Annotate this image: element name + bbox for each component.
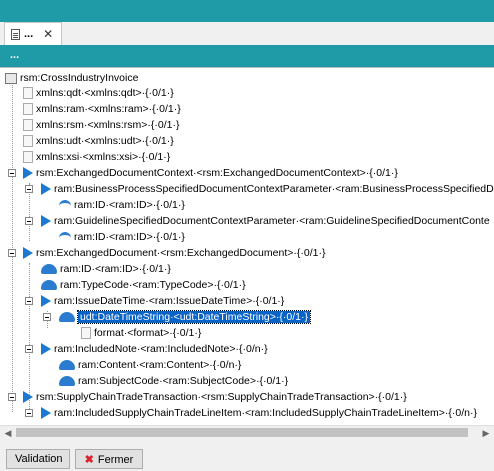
xml-tree-view[interactable]: rsm:CrossIndustryInvoice xmlns:qdt·<xmln… — [0, 67, 494, 426]
collapse-toggle[interactable] — [25, 409, 33, 417]
value-node-icon — [59, 360, 75, 371]
element-node-icon — [41, 183, 51, 196]
value-node-icon — [59, 312, 75, 323]
tree-node[interactable]: xmlns:udt·<xmlns:udt>·{·0/1·} — [23, 133, 174, 149]
tree-node[interactable]: ram:ID·<ram:ID>·{·0/1·} — [59, 229, 185, 245]
collapse-toggle[interactable] — [8, 249, 16, 257]
document-icon — [11, 28, 20, 40]
tree-node[interactable]: ram:SubjectCode·<ram:SubjectCode>·{·0/1·… — [59, 373, 288, 389]
collapse-toggle[interactable] — [43, 313, 51, 321]
attribute-icon — [23, 103, 33, 116]
tree-node[interactable]: xmlns:ram·<xmlns:ram>·{·0/1·} — [23, 101, 181, 117]
element-node-icon — [23, 391, 33, 404]
document-tab[interactable]: ... ✕ — [4, 22, 62, 45]
element-node-icon — [41, 343, 51, 356]
tree-node[interactable]: ram:IncludedNote·<ram:IncludedNote>·{·0/… — [41, 341, 268, 357]
attribute-icon — [23, 119, 33, 132]
tree-node[interactable]: rsm:ExchangedDocument·<rsm:ExchangedDocu… — [23, 245, 325, 261]
value-node-icon — [59, 376, 75, 387]
element-node-icon — [41, 407, 51, 420]
tree-node[interactable]: ram:IncludedSupplyChainTradeLineItem·<ra… — [41, 405, 477, 421]
value-node-icon — [41, 264, 57, 275]
tree-node[interactable]: format·<format>·{·0/1·} — [81, 325, 201, 341]
horizontal-scrollbar[interactable]: ◀ ▶ — [0, 425, 494, 440]
collapse-toggle[interactable] — [25, 185, 33, 193]
tree-node-root[interactable]: rsm:CrossIndustryInvoice — [5, 70, 138, 86]
tree-connector — [12, 82, 13, 412]
close-button[interactable]: ✖ Fermer — [75, 449, 143, 469]
tree-node[interactable]: ram:ID·<ram:ID>·{·0/1·} — [41, 261, 171, 277]
attribute-icon — [81, 327, 91, 340]
scroll-right-icon[interactable]: ▶ — [480, 427, 492, 439]
tree-node[interactable]: xmlns:xsi·<xmlns:xsi>·{·0/1·} — [23, 149, 170, 165]
attribute-icon — [23, 151, 33, 164]
tree-node-selected[interactable]: udt:DateTimeString·<udt:DateTimeString>·… — [59, 309, 311, 325]
scroll-left-icon[interactable]: ◀ — [2, 427, 14, 439]
header-strip-label: ... — [10, 49, 20, 61]
tree-node[interactable]: ram:ID·<ram:ID>·{·0/1·} — [59, 197, 185, 213]
tree-node[interactable]: ram:BusinessProcessSpecifiedDocumentCont… — [41, 181, 494, 197]
collapse-toggle[interactable] — [25, 297, 33, 305]
tree-node[interactable]: ram:IssueDateTime·<ram:IssueDateTime>·{·… — [41, 293, 284, 309]
tree-node[interactable]: xmlns:qdt·<xmlns:qdt>·{·0/1·} — [23, 85, 174, 101]
validation-button-label: Validation — [15, 453, 63, 465]
tree-node[interactable]: rsm:SupplyChainTradeTransaction·<rsm:Sup… — [23, 389, 407, 405]
element-node-icon — [41, 215, 51, 228]
root-node-icon — [5, 72, 17, 84]
scrollbar-thumb[interactable] — [16, 428, 468, 437]
collapse-toggle[interactable] — [25, 345, 33, 353]
title-bar — [0, 0, 494, 22]
leaf-node-icon — [59, 200, 71, 210]
element-node-icon — [41, 295, 51, 308]
element-node-icon — [23, 167, 33, 180]
collapse-toggle[interactable] — [8, 393, 16, 401]
element-node-icon — [23, 247, 33, 260]
value-node-icon — [41, 280, 57, 291]
tree-node[interactable]: rsm:ExchangedDocumentContext·<rsm:Exchan… — [23, 165, 398, 181]
header-strip: ... — [0, 45, 494, 67]
tree-node[interactable]: ram:TypeCode·<ram:TypeCode>·{·0/1·} — [41, 277, 246, 293]
leaf-node-icon — [59, 232, 71, 242]
collapse-toggle[interactable] — [25, 217, 33, 225]
collapse-toggle[interactable] — [8, 169, 16, 177]
tab-label: ... — [24, 28, 34, 40]
tree-node[interactable]: ram:Content·<ram:Content>·{·0/n·} — [59, 357, 241, 373]
tree-node[interactable]: xmlns:rsm·<xmlns:rsm>·{·0/1·} — [23, 117, 180, 133]
attribute-icon — [23, 135, 33, 148]
close-icon: ✖ — [84, 453, 94, 466]
validation-button[interactable]: Validation — [6, 449, 70, 469]
close-tab-icon[interactable]: ✕ — [43, 27, 53, 41]
attribute-icon — [23, 87, 33, 100]
tree-node[interactable]: ram:GuidelineSpecifiedDocumentContextPar… — [41, 213, 490, 229]
close-button-label: Fermer — [97, 453, 134, 466]
